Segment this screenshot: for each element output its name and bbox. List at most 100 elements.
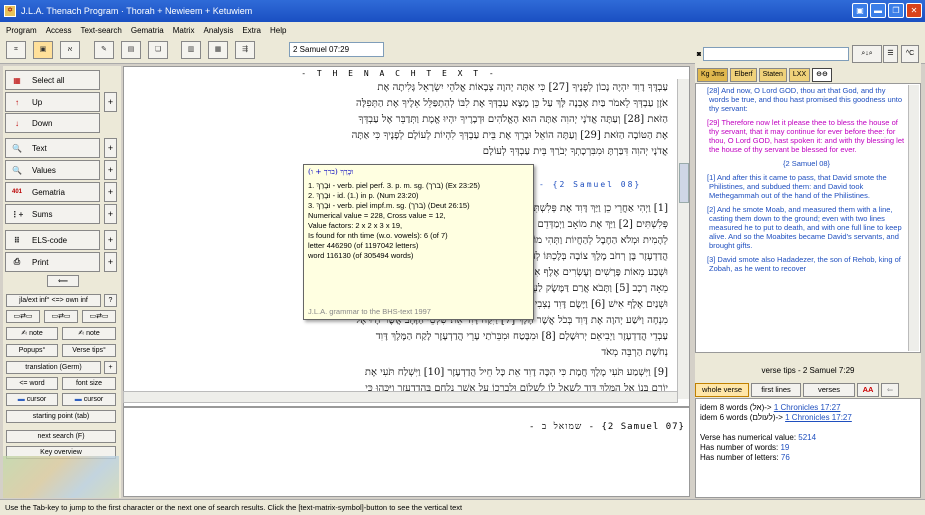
next-search-button[interactable]: next search (F) bbox=[6, 430, 116, 443]
cursor-minus-button[interactable]: ▬ cursor bbox=[6, 393, 58, 406]
els-plus-button[interactable]: + bbox=[104, 230, 117, 250]
tip-idem-2-text: idem 6 words (לעולם)-> bbox=[700, 413, 786, 422]
mode-a-button[interactable]: ▭⇄▭ bbox=[6, 310, 40, 323]
numerical-value-label: Verse has numerical value: bbox=[700, 433, 799, 442]
matrix-icon[interactable]: ⌗ bbox=[6, 41, 26, 59]
window-title: J.L.A. Thenach Program · Thorah + Newiee… bbox=[21, 6, 253, 16]
els-code-button[interactable]: ⠿ ELS-code bbox=[5, 230, 100, 250]
tip-link-1[interactable]: 1 Chronicles 17:27 bbox=[774, 403, 841, 412]
sums-plus-button[interactable]: + bbox=[104, 204, 117, 224]
note-left-button[interactable]: ✍ note bbox=[6, 327, 58, 340]
starting-point-button[interactable]: starting point (tab) bbox=[6, 410, 116, 423]
menu-text-search[interactable]: Text-search bbox=[80, 26, 121, 35]
sync-arrow-button[interactable]: ⊖⊖ bbox=[812, 68, 832, 82]
down-label: Down bbox=[32, 118, 53, 128]
print-plus-button[interactable]: + bbox=[104, 252, 117, 272]
translation-plus-button[interactable]: + bbox=[104, 361, 117, 374]
back-arrow-button[interactable]: ⟸ bbox=[47, 275, 79, 287]
grid-icon[interactable]: ▦ bbox=[208, 41, 228, 59]
values-plus-button[interactable]: + bbox=[104, 160, 117, 180]
down-button[interactable]: ↓ Down bbox=[5, 113, 100, 133]
select-all-button[interactable]: ▦ Select all bbox=[5, 70, 100, 90]
tab-whole-verse[interactable]: whole verse bbox=[695, 383, 749, 397]
text-button[interactable]: 🔍 Text bbox=[5, 138, 100, 158]
tab-elberf[interactable]: Elberf bbox=[730, 68, 757, 82]
text-plus-button[interactable]: + bbox=[104, 138, 117, 158]
list-icon[interactable]: ☰ bbox=[883, 45, 898, 63]
values-button[interactable]: 🔍 Values bbox=[5, 160, 100, 180]
word-left-button[interactable]: <= word bbox=[6, 377, 58, 390]
translation-verse: [2] And he smote Moab, and measured them… bbox=[707, 205, 902, 250]
text-scrollbar[interactable] bbox=[677, 79, 689, 399]
horizontal-scrollbar[interactable] bbox=[123, 391, 678, 403]
translation-pane[interactable]: [28] And now, O Lord GOD, thou art that … bbox=[695, 83, 921, 353]
search-down-button[interactable]: ⌕↓⌕ bbox=[852, 45, 882, 63]
right-sidebar: ◙ ⌕↓⌕ ☰ ^C Kg Jms Elberf Staten LXX ⊖⊖ [… bbox=[695, 40, 921, 498]
gematria-button[interactable]: 401 Gematria bbox=[5, 182, 100, 202]
gematria-plus-button[interactable]: + bbox=[104, 182, 117, 202]
column-icon[interactable]: ▥ bbox=[181, 41, 201, 59]
number-of-words-label: Has number of words: bbox=[700, 443, 781, 452]
hebrew-keyboard-icon[interactable]: א bbox=[60, 41, 80, 59]
cursor-plus-label: cursor bbox=[83, 396, 104, 403]
note-right-button[interactable]: ✍ note bbox=[62, 327, 116, 340]
translation-verse-current: [29] Therefore now let it please thee to… bbox=[707, 118, 905, 154]
mode-b-button[interactable]: ▭⇄▭ bbox=[44, 310, 78, 323]
mode-c-button[interactable]: ▭⇄▭ bbox=[82, 310, 116, 323]
close-button[interactable]: ✕ bbox=[906, 3, 922, 18]
maximize-button[interactable]: ❐ bbox=[888, 3, 904, 18]
cursor-plus-button[interactable]: ▬ cursor bbox=[62, 393, 116, 406]
help-button[interactable]: ? bbox=[104, 294, 117, 307]
sums-button[interactable]: ⋮+ Sums bbox=[5, 204, 100, 224]
plus-icon: ▬ bbox=[74, 396, 84, 403]
case-button[interactable]: ^C bbox=[901, 45, 919, 63]
text-line: נְחֹשֶׁת הַרְבֵּה מְאֹד bbox=[601, 347, 668, 358]
menu-matrix[interactable]: Matrix bbox=[173, 26, 195, 35]
open-book-icon[interactable]: ❏ bbox=[148, 41, 168, 59]
menu-analysis[interactable]: Analysis bbox=[204, 26, 234, 35]
verse-input[interactable]: 2 Samuel 07:29 bbox=[289, 42, 384, 57]
print-button[interactable]: ⎙ Print bbox=[5, 252, 100, 272]
translation-verse: [28] And now, O Lord GOD, thou art that … bbox=[707, 86, 903, 113]
tip-idem-2: idem 6 words (לעולם)-> 1 Chronicles 17:2… bbox=[700, 413, 916, 423]
menu-help[interactable]: Help bbox=[270, 26, 286, 35]
arrow-grid-icon[interactable]: ⇶ bbox=[235, 41, 255, 59]
tip-link-2[interactable]: 1 Chronicles 17:27 bbox=[785, 413, 852, 422]
translation-search-input[interactable] bbox=[703, 47, 849, 61]
menu-program[interactable]: Program bbox=[6, 26, 37, 35]
back-arrow-icon[interactable]: ⇐ bbox=[881, 383, 899, 397]
tab-kg-jms[interactable]: Kg Jms bbox=[697, 68, 729, 82]
translation-button[interactable]: translation (Germ) bbox=[6, 361, 101, 374]
edit-icon[interactable]: ✎ bbox=[94, 41, 114, 59]
tooltip-line: letter 446290 (of 1197042 letters) bbox=[308, 241, 419, 250]
menu-gematria[interactable]: Gematria bbox=[131, 26, 164, 35]
tooltip-line: Numerical value = 228, Cross value = 12, bbox=[308, 211, 446, 220]
text-line: אֹזֶן עַבְדְּךָ לֵאמֹר בַּיִת אֶבְנֶה לָ… bbox=[356, 98, 668, 109]
tab-staten[interactable]: Staten bbox=[758, 68, 787, 82]
sums-icon: ⋮+ bbox=[10, 209, 24, 219]
text-line: עַבְדֵי הֲדַדְעָזֶר וַיְבִיאֵם יְרוּשָׁל… bbox=[375, 331, 668, 342]
verse-tips-button[interactable]: Verse tips° bbox=[62, 344, 116, 357]
up-plus-button[interactable]: + bbox=[104, 92, 117, 112]
menu-access[interactable]: Access bbox=[46, 26, 72, 35]
minimize-button[interactable]: ▬ bbox=[870, 3, 886, 18]
jla-ext-button[interactable]: jla/ext inf° <=> own inf bbox=[6, 294, 101, 307]
word-tooltip: (ברך + ו) וּבָרֵךְ 1. וּבָרֵךְ - verb. p… bbox=[303, 164, 534, 320]
extra-window-button[interactable]: ▣ bbox=[852, 3, 868, 18]
tooltip-line: 1. וּבָרֵךְ - verb. piel perf. 3. p. m. … bbox=[308, 181, 480, 190]
tab-verses[interactable]: verses bbox=[803, 383, 855, 397]
popups-button[interactable]: Popups° bbox=[6, 344, 58, 357]
menu-extra[interactable]: Extra bbox=[242, 26, 261, 35]
tab-first-lines[interactable]: first lines bbox=[751, 383, 801, 397]
book-icon[interactable]: ▤ bbox=[121, 41, 141, 59]
tab-lxx[interactable]: LXX bbox=[788, 68, 811, 82]
up-button[interactable]: ↑ Up bbox=[5, 92, 100, 112]
window-icon[interactable]: ▣ bbox=[33, 41, 53, 59]
scroll-thumb[interactable] bbox=[679, 163, 689, 203]
font-aa-icon[interactable]: AA bbox=[857, 383, 879, 397]
down-arrow-icon: ↓ bbox=[15, 118, 19, 128]
secondary-text-pane[interactable]: - שמואל ב - {2 Samuel 07} bbox=[123, 407, 690, 497]
font-size-button[interactable]: font size bbox=[62, 377, 116, 390]
translation-scrollbar[interactable] bbox=[908, 85, 919, 351]
tooltip-line: 3. וּבָרֵךְ - verb. piel impf.m. sg. (בר… bbox=[308, 201, 470, 210]
